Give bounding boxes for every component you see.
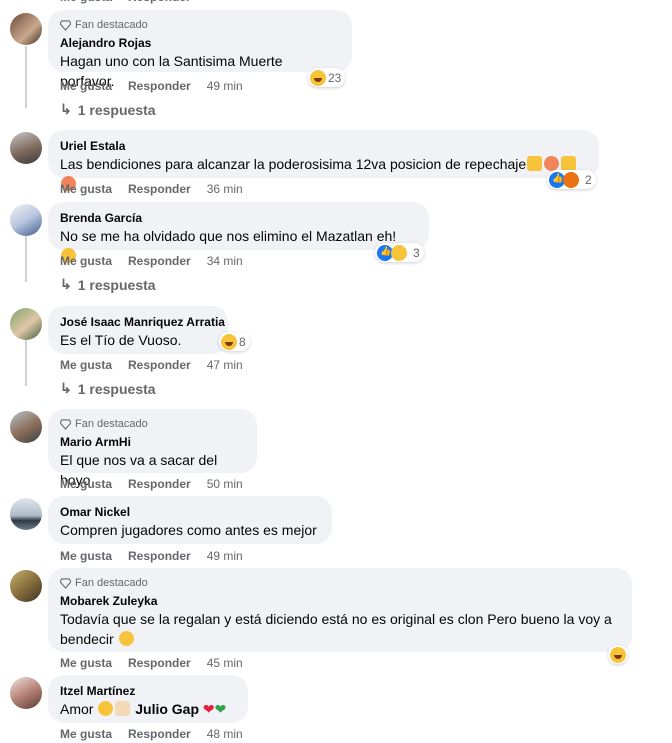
reply-link[interactable]: Responder (128, 254, 191, 268)
comment-actions: Me gusta Responder 36 min (60, 182, 243, 196)
comment-actions: Me gusta Responder 49 min (60, 79, 243, 93)
like-link[interactable]: Me gusta (60, 79, 112, 93)
like-link[interactable]: Me gusta (60, 358, 112, 372)
sad-reaction-icon (391, 244, 407, 261)
timestamp[interactable]: 47 min (207, 358, 243, 372)
smiling-emoji-icon (118, 631, 134, 646)
like-link[interactable]: Me gusta (60, 254, 112, 268)
commenter-name[interactable]: Brenda García (60, 210, 417, 226)
scream-emoji-icon (544, 156, 560, 171)
diamond-icon (60, 19, 71, 31)
comment-actions: Me gusta Responder 48 min (60, 727, 243, 741)
comment-bubble: José Isaac Manriquez Arratia Es el Tío d… (48, 306, 228, 354)
view-replies-link[interactable]: ↳ 1 respuesta (60, 276, 156, 293)
reply-arrow-icon: ↳ (60, 276, 72, 292)
red-heart-icon: ❤ (202, 701, 215, 717)
timestamp[interactable]: 49 min (207, 79, 243, 93)
reply-link[interactable]: Responder (128, 477, 191, 491)
view-replies-link[interactable]: ↳ 1 respuesta (60, 380, 156, 397)
like-link[interactable]: Me gusta (60, 477, 112, 491)
haha-reaction-icon (221, 333, 237, 350)
reply-link[interactable]: Responder (128, 656, 191, 670)
reply-thread-line (25, 340, 27, 386)
reply-link[interactable]: Responder (128, 182, 191, 196)
commenter-name[interactable]: Mobarek Zuleyka (60, 593, 620, 609)
reply-thread-line (25, 46, 27, 108)
comment-bubble: Uriel Estala Las bendiciones para alcanz… (48, 130, 599, 191)
comment-bubble: Fan destacado Mario ArmHi El que nos va … (48, 409, 257, 488)
commenter-name[interactable]: Itzel Martínez (60, 683, 236, 699)
avatar[interactable] (10, 570, 42, 602)
view-replies-link[interactable]: ↳ 1 respuesta (60, 101, 156, 118)
fan-badge: Fan destacado (60, 18, 340, 32)
timestamp[interactable]: 36 min (207, 182, 243, 196)
reply-link[interactable]: Responder (128, 79, 191, 93)
hand-emoji-icon (527, 156, 543, 171)
comment-text: Es el Tío de Vuoso. (60, 332, 182, 348)
avatar[interactable] (10, 132, 42, 164)
reactions-summary[interactable]: 8 (219, 332, 250, 351)
like-link[interactable]: Me gusta (60, 182, 112, 196)
reply-thread-line (25, 236, 27, 282)
fan-badge: Fan destacado (60, 417, 245, 431)
timestamp[interactable]: 49 min (207, 549, 243, 563)
blushing-emoji-icon (98, 701, 114, 716)
reply-arrow-icon: ↳ (60, 380, 72, 396)
like-link[interactable]: Me gusta (60, 727, 112, 741)
reply-link[interactable]: Responder (128, 549, 191, 563)
raised-hands-icon (115, 701, 131, 716)
avatar[interactable] (10, 498, 42, 530)
timestamp[interactable]: 50 min (207, 477, 243, 491)
comment-actions: Me gusta Responder 47 min (60, 358, 243, 372)
comment-bubble: Fan destacado Alejandro Rojas Hagan uno … (48, 10, 352, 89)
angry-reaction-icon (563, 171, 579, 188)
like-link[interactable]: Me gusta (60, 656, 112, 670)
comment-actions: Me gusta Responder 50 min (60, 477, 243, 491)
timestamp[interactable]: 45 min (207, 656, 243, 670)
reply-link[interactable]: Responder (128, 358, 191, 372)
reactions-summary[interactable]: 23 (308, 68, 346, 87)
mention-link[interactable]: Julio Gap (135, 701, 199, 717)
commenter-name[interactable]: José Isaac Manriquez Arratia (60, 314, 225, 330)
reactions-summary[interactable]: 3 (375, 243, 424, 262)
haha-reaction-icon (310, 69, 326, 86)
avatar[interactable] (10, 204, 42, 236)
green-heart-icon: ❤ (214, 701, 227, 717)
haha-reaction-icon (610, 646, 626, 663)
avatar[interactable] (10, 411, 42, 443)
reactions-summary[interactable]: 2 (547, 170, 596, 189)
like-link[interactable]: Me gusta (60, 549, 112, 563)
comment-actions: Me gusta Responder 34 min (60, 254, 243, 268)
previous-comment-actions-cutoff: Me gusta Responder (0, 0, 672, 6)
hand-emoji-icon (561, 156, 577, 171)
comment-bubble: Brenda García No se me ha olvidado que n… (48, 202, 429, 263)
commenter-name[interactable]: Mario ArmHi (60, 434, 245, 450)
comment-bubble: Fan destacado Mobarek Zuleyka Todavía qu… (48, 568, 632, 652)
avatar[interactable] (10, 308, 42, 340)
reply-arrow-icon: ↳ (60, 101, 72, 117)
reactions-summary[interactable] (608, 645, 628, 664)
diamond-icon (60, 418, 71, 430)
reply-link[interactable]: Responder (128, 0, 191, 4)
comment-text: Amor Julio Gap ❤❤ (60, 701, 227, 717)
comment-bubble: Itzel Martínez Amor Julio Gap ❤❤ (48, 675, 248, 723)
commenter-name[interactable]: Uriel Estala (60, 138, 587, 154)
timestamp[interactable]: 48 min (207, 727, 243, 741)
commenter-name[interactable]: Omar Nickel (60, 504, 320, 520)
comment-text: Todavía que se la regalan y está diciend… (60, 611, 612, 647)
commenter-name[interactable]: Alejandro Rojas (60, 35, 340, 51)
fan-badge: Fan destacado (60, 576, 620, 590)
avatar[interactable] (10, 13, 42, 45)
timestamp[interactable]: 34 min (207, 254, 243, 268)
like-link[interactable]: Me gusta (60, 0, 112, 4)
comment-actions: Me gusta Responder 49 min (60, 549, 243, 563)
diamond-icon (60, 577, 71, 589)
comment-actions: Me gusta Responder 45 min (60, 656, 243, 670)
avatar[interactable] (10, 677, 42, 709)
reply-link[interactable]: Responder (128, 727, 191, 741)
comment-bubble: Omar Nickel Compren jugadores como antes… (48, 496, 332, 558)
